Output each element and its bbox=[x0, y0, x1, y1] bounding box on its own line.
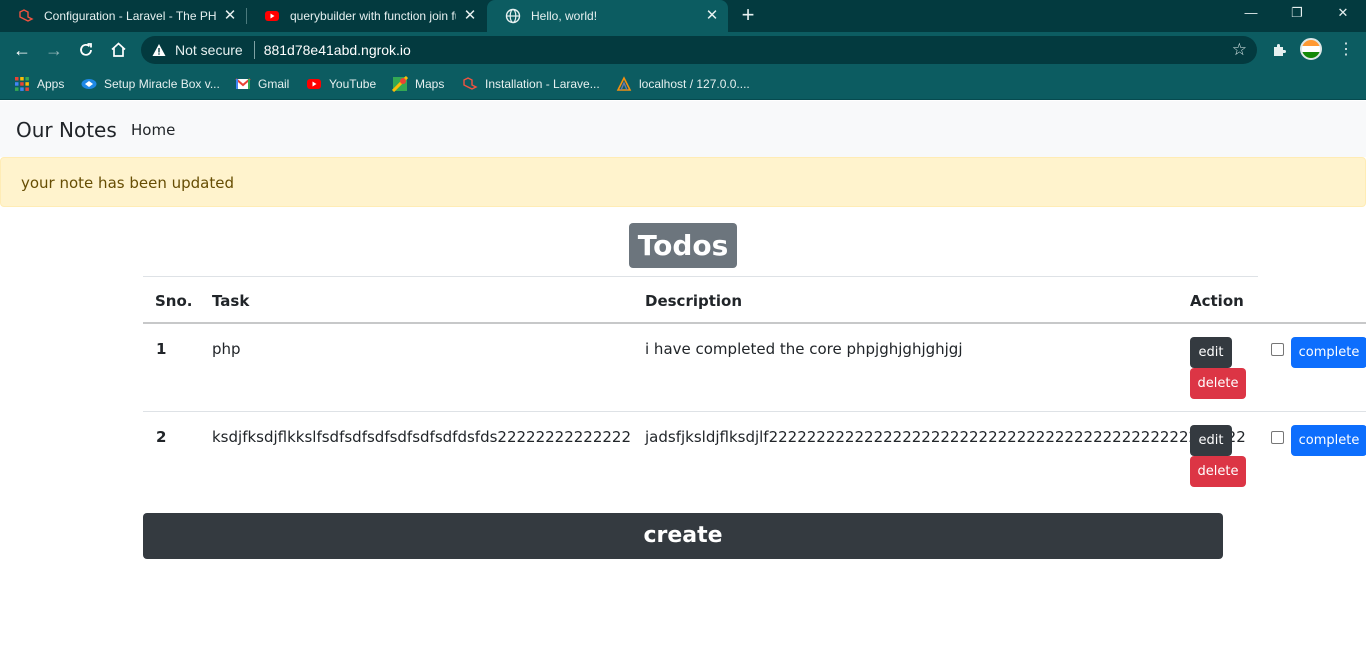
bookmark-gmail[interactable]: Gmail bbox=[235, 75, 289, 93]
page-viewport: Our Notes Home your note has been update… bbox=[0, 101, 1366, 672]
warning-triangle-icon bbox=[152, 44, 166, 56]
laravel-icon bbox=[463, 77, 478, 90]
complete-checkbox[interactable] bbox=[1271, 431, 1284, 444]
row-description: i have completed the core phpjghjghjghjg… bbox=[645, 340, 963, 358]
complete-button[interactable]: complete bbox=[1291, 337, 1366, 368]
url-text[interactable]: 881d78e41abd.ngrok.io bbox=[264, 42, 411, 58]
home-icon[interactable] bbox=[106, 38, 130, 62]
success-alert: your note has been updated bbox=[0, 157, 1366, 207]
omnibox-divider bbox=[253, 41, 255, 59]
complete-button[interactable]: complete bbox=[1291, 425, 1366, 456]
youtube-icon bbox=[265, 11, 279, 21]
close-tab-icon[interactable]: ✕ bbox=[704, 8, 720, 24]
table-row: 1 php i have completed the core phpjghjg… bbox=[143, 324, 1366, 411]
apps-grid-icon bbox=[15, 77, 29, 91]
app-navbar: Our Notes Home bbox=[0, 101, 1366, 157]
row-task: php bbox=[212, 340, 241, 358]
nav-home-link[interactable]: Home bbox=[131, 121, 175, 139]
complete-checkbox[interactable] bbox=[1271, 343, 1284, 356]
brand-link[interactable]: Our Notes bbox=[16, 118, 117, 142]
reload-icon[interactable] bbox=[74, 38, 98, 62]
bookmark-apps[interactable]: Apps bbox=[14, 75, 64, 93]
bookmark-localhost[interactable]: localhost / 127.0.0.... bbox=[616, 75, 750, 93]
bookmark-label: Apps bbox=[37, 77, 65, 91]
edit-button[interactable]: edit bbox=[1190, 425, 1232, 456]
miracle-box-icon bbox=[81, 79, 97, 89]
bookmark-label: Maps bbox=[415, 77, 445, 91]
column-header-task: Task bbox=[212, 292, 250, 310]
table-top-border bbox=[143, 276, 1258, 277]
globe-icon bbox=[505, 8, 521, 24]
row-sno: 2 bbox=[156, 428, 167, 446]
bookmark-label: YouTube bbox=[329, 77, 377, 91]
create-button[interactable]: create bbox=[143, 513, 1223, 559]
close-tab-icon[interactable]: ✕ bbox=[462, 8, 478, 24]
bookmarks-bar: Apps Setup Miracle Box v... Gmail YouTub… bbox=[0, 68, 1366, 100]
row-sno: 1 bbox=[156, 340, 167, 358]
forward-arrow-icon[interactable]: → bbox=[42, 38, 66, 62]
row-description: jadsfjksldjflksdjlf222222222222222222222… bbox=[645, 428, 1246, 446]
bookmark-label: localhost / 127.0.0.... bbox=[639, 77, 750, 91]
tab-title: querybuilder with function join fu bbox=[290, 9, 456, 23]
bookmark-star-icon[interactable]: ☆ bbox=[1232, 40, 1247, 60]
gmail-icon bbox=[235, 78, 251, 89]
row-task: ksdjfksdjflkkslfsdfsdfsdfsdfsdfsdfdsfds2… bbox=[212, 428, 632, 446]
delete-button[interactable]: delete bbox=[1190, 368, 1246, 399]
bookmark-label: Installation - Larave... bbox=[485, 77, 600, 91]
browser-toolbar: ← → Not secure 881d78e41abd.ngrok.io ☆ ⋮ bbox=[0, 32, 1366, 68]
bookmark-youtube[interactable]: YouTube bbox=[306, 75, 376, 93]
bookmark-laravel-installation[interactable]: Installation - Larave... bbox=[462, 75, 600, 93]
delete-button[interactable]: delete bbox=[1190, 456, 1246, 487]
profile-avatar[interactable] bbox=[1300, 38, 1322, 60]
edit-button[interactable]: edit bbox=[1190, 337, 1232, 368]
tab-querybuilder[interactable]: querybuilder with function join fu ✕ bbox=[246, 0, 486, 32]
table-row: 2 ksdjfksdjflkkslfsdfsdfsdfsdfsdfsdfdsfd… bbox=[143, 411, 1366, 498]
bookmark-label: Setup Miracle Box v... bbox=[104, 77, 220, 91]
back-arrow-icon[interactable]: ← bbox=[10, 38, 34, 62]
close-tab-icon[interactable]: ✕ bbox=[222, 8, 238, 24]
new-tab-plus-icon[interactable]: + bbox=[736, 4, 760, 28]
maps-icon bbox=[392, 76, 408, 92]
column-header-description: Description bbox=[645, 292, 743, 310]
column-header-sno: Sno. bbox=[155, 292, 193, 310]
menu-kebab-icon[interactable]: ⋮ bbox=[1334, 38, 1358, 62]
tab-title: Hello, world! bbox=[531, 9, 598, 23]
extensions-puzzle-icon[interactable] bbox=[1267, 38, 1291, 62]
tab-title: Configuration - Laravel - The PHP bbox=[44, 9, 216, 23]
window-close-icon[interactable]: ✕ bbox=[1320, 0, 1366, 30]
phpmyadmin-icon bbox=[616, 76, 632, 91]
bookmark-label: Gmail bbox=[258, 77, 290, 91]
minimize-icon[interactable]: — bbox=[1228, 0, 1274, 30]
page-heading: Todos bbox=[629, 223, 737, 268]
tab-laravel-config[interactable]: Configuration - Laravel - The PHP ✕ bbox=[0, 0, 246, 32]
restore-icon[interactable]: ❐ bbox=[1274, 0, 1320, 30]
column-header-action: Action bbox=[1190, 292, 1244, 310]
youtube-icon bbox=[307, 79, 321, 89]
tab-strip: Configuration - Laravel - The PHP ✕ quer… bbox=[0, 0, 1366, 32]
security-label[interactable]: Not secure bbox=[175, 42, 243, 58]
tab-hello-world-active[interactable]: Hello, world! ✕ bbox=[487, 0, 728, 32]
laravel-icon bbox=[19, 9, 34, 22]
bookmark-miracle-box[interactable]: Setup Miracle Box v... bbox=[81, 75, 220, 93]
address-bar[interactable]: Not secure 881d78e41abd.ngrok.io ☆ bbox=[141, 36, 1257, 64]
bookmark-maps[interactable]: Maps bbox=[392, 75, 444, 93]
